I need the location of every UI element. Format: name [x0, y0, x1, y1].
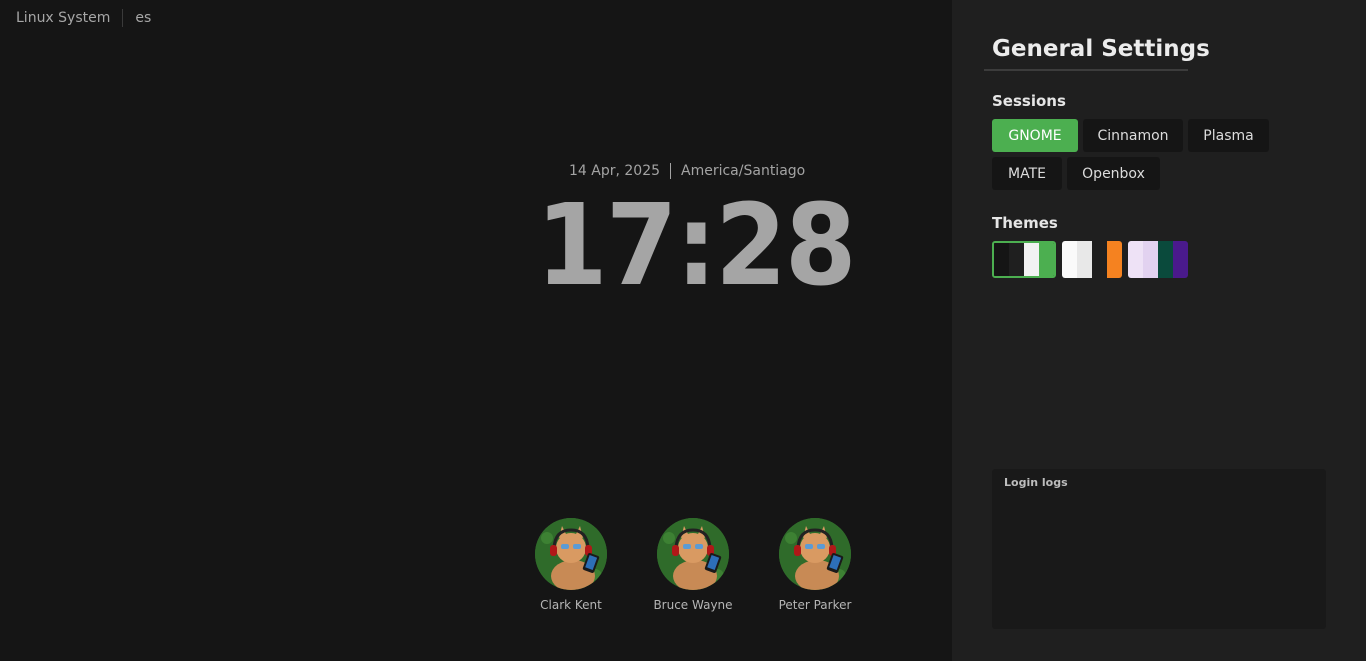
theme-swatch-light-orange[interactable] — [1062, 241, 1122, 278]
theme-color-swatch — [1009, 243, 1024, 276]
session-button-gnome[interactable]: GNOME — [992, 119, 1078, 152]
panel-title: General Settings — [992, 36, 1210, 62]
themes-heading: Themes — [992, 214, 1058, 232]
settings-panel: General Settings Sessions GNOME Cinnamon… — [952, 0, 1366, 661]
theme-color-swatch — [1039, 243, 1054, 276]
theme-color-swatch — [1143, 241, 1158, 278]
user-card-bruce-wayne[interactable]: Bruce Wayne — [632, 518, 754, 612]
timezone-label: America/Santiago — [681, 163, 806, 179]
login-logs-box: Login logs — [992, 469, 1326, 629]
divider — [122, 9, 124, 27]
theme-color-swatch — [1128, 241, 1143, 278]
system-name: Linux System — [16, 10, 111, 26]
sessions-heading: Sessions — [992, 92, 1066, 110]
theme-color-swatch — [1158, 241, 1173, 278]
theme-color-swatch — [1173, 241, 1188, 278]
login-logs-title: Login logs — [1004, 476, 1068, 489]
theme-color-swatch — [1024, 243, 1039, 276]
cat-avatar-icon — [657, 518, 729, 590]
session-button-mate[interactable]: MATE — [992, 157, 1062, 190]
login-screen: Linux System es 14 Apr, 2025 America/San… — [0, 0, 952, 661]
user-name: Clark Kent — [540, 598, 602, 612]
session-button-cinnamon[interactable]: Cinnamon — [1083, 119, 1183, 152]
divider — [670, 163, 672, 179]
session-list: GNOME Cinnamon Plasma MATE Openbox — [992, 119, 1292, 190]
theme-color-swatch — [1077, 241, 1092, 278]
session-button-openbox[interactable]: Openbox — [1067, 157, 1160, 190]
theme-list — [992, 241, 1188, 278]
user-name: Bruce Wayne — [653, 598, 733, 612]
theme-color-swatch — [994, 243, 1009, 276]
theme-color-swatch — [1092, 241, 1107, 278]
theme-swatch-dark-green[interactable] — [992, 241, 1056, 278]
theme-color-swatch — [1107, 241, 1122, 278]
user-list: Clark Kent Bruce Wayne Peter Parker — [510, 518, 876, 612]
avatar[interactable] — [779, 518, 851, 590]
cat-avatar-icon — [535, 518, 607, 590]
session-button-plasma[interactable]: Plasma — [1188, 119, 1269, 152]
user-name: Peter Parker — [778, 598, 852, 612]
theme-color-swatch — [1062, 241, 1077, 278]
date-label: 14 Apr, 2025 — [569, 163, 661, 179]
avatar[interactable] — [657, 518, 729, 590]
date-timezone: 14 Apr, 2025 America/Santiago — [569, 163, 805, 179]
top-bar: Linux System es — [16, 8, 151, 28]
theme-swatch-lavender-purple[interactable] — [1128, 241, 1188, 278]
title-underline — [984, 69, 1188, 71]
user-card-peter-parker[interactable]: Peter Parker — [754, 518, 876, 612]
language-selector[interactable]: es — [135, 10, 151, 26]
clock-time: 17:28 — [536, 181, 857, 311]
avatar[interactable] — [535, 518, 607, 590]
cat-avatar-icon — [779, 518, 851, 590]
user-card-clark-kent[interactable]: Clark Kent — [510, 518, 632, 612]
